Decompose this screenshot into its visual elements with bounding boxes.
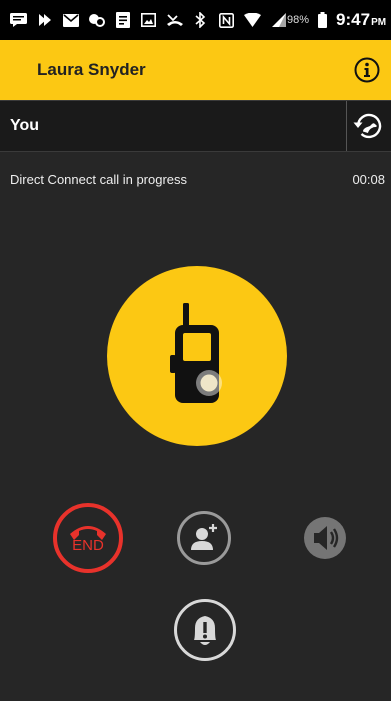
bluetooth-icon [192,12,209,29]
clock: 9:47PM [336,10,386,30]
battery-icon [314,12,331,29]
user-bar: You [0,100,391,152]
notification-icons [10,12,287,29]
nfc-icon [218,12,235,29]
contact-name: Laura Snyder [37,60,146,79]
speaker-button[interactable] [302,515,348,561]
info-button[interactable] [353,56,381,84]
wifi-icon [244,12,261,29]
clock-ampm: PM [371,17,387,28]
message-icon [10,12,27,29]
document-icon [114,12,131,29]
call-timer: 00:08 [352,172,385,187]
app-bar: Laura Snyder [0,40,391,100]
call-alert-button[interactable] [173,598,237,662]
call-history-button[interactable] [346,101,391,151]
image-icon [140,12,157,29]
chat-icon [88,12,105,29]
push-to-talk-button[interactable] [107,266,287,446]
missed-call-icon [166,12,183,29]
call-history-icon [353,113,382,139]
add-participant-icon [177,511,231,565]
walkie-talkie-icon [170,303,222,403]
status-bar: 98% 9:47PM [0,0,391,40]
speaker-icon [304,517,346,559]
battery-percent: 98% [287,14,310,26]
end-call-button[interactable]: END [52,502,124,574]
add-participant-button[interactable] [176,510,232,566]
info-icon [354,57,380,83]
signal-icon [270,12,287,29]
call-status-text: Direct Connect call in progress [10,172,188,187]
call-status-row: Direct Connect call in progress 00:08 [10,172,385,187]
alert-icon [174,599,236,661]
end-call-label: END [72,537,104,554]
email-icon [62,12,79,29]
clock-time: 9:47 [336,10,371,29]
self-label: You [10,117,40,134]
forward-icon [36,12,53,29]
